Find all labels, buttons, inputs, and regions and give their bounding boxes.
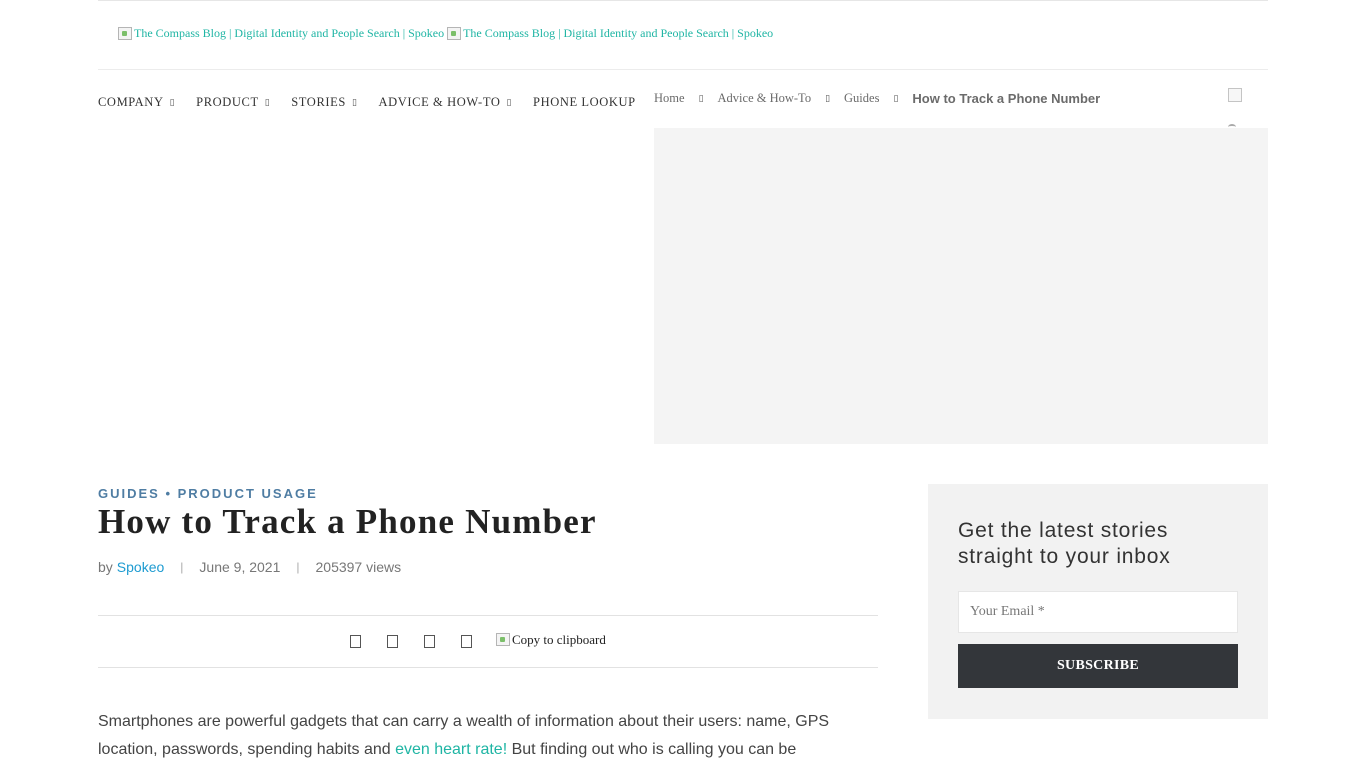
top-divider	[98, 0, 1268, 1]
meta-divider: |	[296, 560, 300, 574]
nav-divider	[98, 69, 1268, 70]
facebook-share-icon[interactable]	[350, 635, 361, 648]
email-share-icon[interactable]	[461, 635, 472, 648]
nav-item-label: PHONE LOOKUP	[533, 95, 636, 109]
author-link[interactable]: Spokeo	[117, 559, 164, 575]
hero-image-placeholder	[654, 128, 1268, 444]
byline-prefix: by	[98, 559, 113, 575]
view-count: 205397 views	[315, 559, 402, 575]
chevron-down-icon: ▯	[351, 97, 358, 108]
broken-image-icon	[447, 27, 462, 40]
nav-item-label: COMPANY	[98, 95, 164, 109]
site-logo-alt-text: The Compass Blog | Digital Identity and …	[134, 26, 445, 40]
site-logo-row: The Compass Blog | Digital Identity and …	[118, 26, 773, 44]
heart-rate-link[interactable]: even heart rate!	[395, 741, 507, 758]
page-title: How to Track a Phone Number	[98, 502, 597, 541]
copy-to-clipboard-label: Copy to clipboard	[512, 631, 606, 647]
meta-divider: |	[180, 560, 184, 574]
chevron-down-icon: ▯	[169, 97, 176, 108]
twitter-share-icon[interactable]	[387, 635, 398, 648]
breadcrumb-guides[interactable]: Guides	[844, 91, 879, 106]
publish-date: June 9, 2021	[199, 559, 281, 575]
body-text-continued: But finding out who is calling you can b…	[507, 741, 797, 758]
chevron-right-icon: ▯	[893, 93, 899, 104]
subscribe-button[interactable]: SUBSCRIBE	[958, 644, 1238, 688]
breadcrumb-current: How to Track a Phone Number	[912, 91, 1101, 106]
nav-item-product[interactable]: PRODUCT ▯	[196, 95, 270, 110]
broken-image-icon	[118, 27, 132, 40]
article-body-paragraph: Smartphones are powerful gadgets that ca…	[98, 708, 858, 764]
article-categories[interactable]: GUIDES • PRODUCT USAGE	[98, 486, 318, 501]
chevron-right-icon: ▯	[698, 93, 704, 104]
newsletter-widget: Get the latest stories straight to your …	[928, 484, 1268, 719]
linkedin-share-icon[interactable]	[424, 635, 435, 648]
nav-item-company[interactable]: COMPANY ▯	[98, 95, 175, 110]
breadcrumb-home[interactable]: Home	[654, 91, 685, 106]
site-logo-link-retina[interactable]: The Compass Blog | Digital Identity and …	[447, 26, 773, 41]
chevron-right-icon: ▯	[825, 93, 831, 104]
nav-item-label: ADVICE & HOW-TO	[378, 95, 501, 109]
search-icon[interactable]	[1228, 88, 1242, 102]
nav-item-stories[interactable]: STORIES ▯	[291, 95, 357, 110]
share-divider-top	[98, 615, 878, 616]
breadcrumb-advice-how-to[interactable]: Advice & How-To	[718, 91, 812, 106]
nav-item-phone-lookup[interactable]: PHONE LOOKUP	[533, 95, 636, 110]
copy-to-clipboard-button[interactable]: Copy to clipboard	[496, 632, 606, 648]
nav-item-label: STORIES	[291, 95, 346, 109]
share-divider-bottom	[98, 667, 878, 668]
nav-item-label: PRODUCT	[196, 95, 259, 109]
breadcrumb: Home ▯ Advice & How-To ▯ Guides ▯ How to…	[654, 91, 1100, 106]
article-meta: by Spokeo | June 9, 2021 | 205397 views	[98, 559, 401, 575]
chevron-down-icon: ▯	[264, 97, 271, 108]
newsletter-title: Get the latest stories straight to your …	[958, 519, 1171, 568]
broken-image-icon	[496, 633, 510, 646]
site-logo-link[interactable]: The Compass Blog | Digital Identity and …	[118, 26, 444, 41]
site-logo-alt-text-2: The Compass Blog | Digital Identity and …	[463, 26, 774, 40]
nav-item-advice-how-to[interactable]: ADVICE & HOW-TO ▯	[379, 95, 513, 110]
main-nav: COMPANY ▯ PRODUCT ▯ STORIES ▯ ADVICE & HOW-…	[98, 95, 636, 110]
share-bar: Copy to clipboard	[350, 631, 606, 648]
email-field[interactable]	[958, 591, 1238, 633]
chevron-down-icon: ▯	[506, 97, 513, 108]
